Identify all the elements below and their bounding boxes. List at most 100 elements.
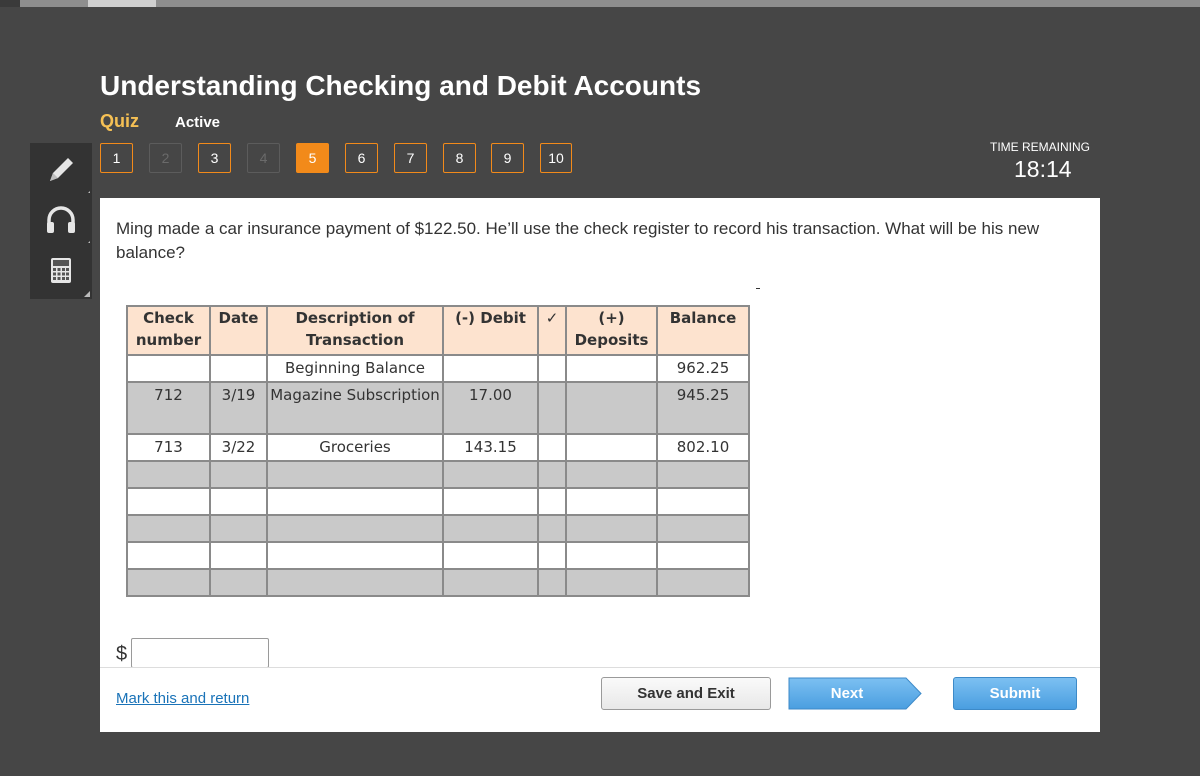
timer-label: TIME REMAINING	[990, 140, 1091, 154]
cell-description	[266, 541, 444, 570]
cell-deposit	[565, 460, 658, 489]
footer-divider	[100, 667, 1100, 668]
cell-deposit	[565, 381, 658, 435]
cell-mark	[537, 354, 567, 383]
top-bar-segment	[0, 0, 20, 7]
cell-debit	[442, 514, 539, 543]
question-nav-5[interactable]: 5	[296, 143, 329, 173]
cell-date	[209, 514, 268, 543]
column-header: Description of Transaction	[266, 305, 444, 356]
pencil-icon	[50, 158, 73, 181]
next-button[interactable]: Next	[788, 677, 922, 710]
cell-debit	[442, 487, 539, 516]
table-row	[126, 541, 750, 570]
check-register-table: Check number Date Description of Transac…	[126, 305, 750, 597]
cell-check	[126, 568, 211, 597]
cell-check	[126, 541, 211, 570]
cell-mark	[537, 381, 567, 435]
cell-deposit	[565, 487, 658, 516]
calculator-tool-button[interactable]	[30, 243, 92, 299]
cell-balance: 962.25	[656, 354, 750, 383]
expand-corner	[84, 291, 90, 297]
table-row	[126, 460, 750, 489]
cell-mark	[537, 541, 567, 570]
cell-balance	[656, 460, 750, 489]
cell-debit	[442, 568, 539, 597]
question-panel: Ming made a car insurance payment of $12…	[100, 198, 1100, 732]
cell-check	[126, 487, 211, 516]
cell-description	[266, 514, 444, 543]
question-nav-9[interactable]: 9	[491, 143, 524, 173]
cell-debit	[442, 541, 539, 570]
cell-deposit	[565, 354, 658, 383]
cell-mark	[537, 460, 567, 489]
answer-input[interactable]	[131, 638, 269, 668]
cell-check	[126, 514, 211, 543]
cell-mark	[537, 433, 567, 462]
cell-debit	[442, 460, 539, 489]
cell-deposit	[565, 541, 658, 570]
cell-date	[209, 541, 268, 570]
question-nav-7[interactable]: 7	[394, 143, 427, 173]
cell-description: Magazine Subscription	[266, 381, 444, 435]
cell-date	[209, 460, 268, 489]
column-header: (-) Debit	[442, 305, 539, 356]
cell-balance	[656, 541, 750, 570]
cell-description: Groceries	[266, 433, 444, 462]
table-row: 713 3/22 Groceries 143.15 802.10	[126, 433, 750, 462]
table-row	[126, 487, 750, 516]
question-nav-1[interactable]: 1	[100, 143, 133, 173]
question-nav-6[interactable]: 6	[345, 143, 378, 173]
browser-top-bar	[0, 0, 1200, 7]
question-nav-3[interactable]: 3	[198, 143, 231, 173]
section-label: Quiz	[100, 111, 139, 131]
cell-debit: 143.15	[442, 433, 539, 462]
cell-mark	[537, 514, 567, 543]
cell-description	[266, 460, 444, 489]
cell-check	[126, 460, 211, 489]
column-header: (+) Deposits	[565, 305, 658, 356]
save-and-exit-button[interactable]: Save and Exit	[601, 677, 771, 710]
cell-balance: 802.10	[656, 433, 750, 462]
cell-date	[209, 354, 268, 383]
cell-check	[126, 354, 211, 383]
mark-and-return-link[interactable]: Mark this and return	[116, 690, 249, 707]
headphones-icon	[47, 206, 75, 233]
timer-value: 18:14	[1014, 156, 1072, 182]
submit-button[interactable]: Submit	[953, 677, 1077, 710]
table-row: 712 3/19 Magazine Subscription 17.00 945.25	[126, 381, 750, 435]
cell-balance	[656, 487, 750, 516]
cell-deposit	[565, 514, 658, 543]
column-header: Check number	[126, 305, 211, 356]
cell-debit	[442, 354, 539, 383]
cell-balance	[656, 568, 750, 597]
cell-check: 712	[126, 381, 211, 435]
question-nav-10[interactable]: 10	[540, 143, 572, 173]
cell-debit: 17.00	[442, 381, 539, 435]
column-header: Balance	[656, 305, 750, 356]
table-row: Beginning Balance 962.25	[126, 354, 750, 383]
top-bar-tab	[88, 0, 156, 7]
table-row	[126, 514, 750, 543]
cell-mark	[537, 568, 567, 597]
cell-date: 3/19	[209, 381, 268, 435]
pencil-tool-button[interactable]	[30, 143, 92, 199]
question-nav-8[interactable]: 8	[443, 143, 476, 173]
cell-balance: 945.25	[656, 381, 750, 435]
stray-mark	[756, 288, 760, 289]
question-nav-2: 2	[149, 143, 182, 173]
question-nav-4: 4	[247, 143, 280, 173]
audio-tool-button[interactable]	[30, 193, 92, 249]
table-row	[126, 568, 750, 597]
cell-check: 713	[126, 433, 211, 462]
cell-deposit	[565, 433, 658, 462]
table-header-row: Check number Date Description of Transac…	[126, 305, 750, 356]
cell-date: 3/22	[209, 433, 268, 462]
cell-date	[209, 568, 268, 597]
page-title: Understanding Checking and Debit Account…	[100, 70, 702, 101]
cell-description	[266, 568, 444, 597]
cell-balance	[656, 514, 750, 543]
cell-date	[209, 487, 268, 516]
calculator-icon	[51, 258, 71, 283]
next-button-label: Next	[830, 685, 864, 702]
